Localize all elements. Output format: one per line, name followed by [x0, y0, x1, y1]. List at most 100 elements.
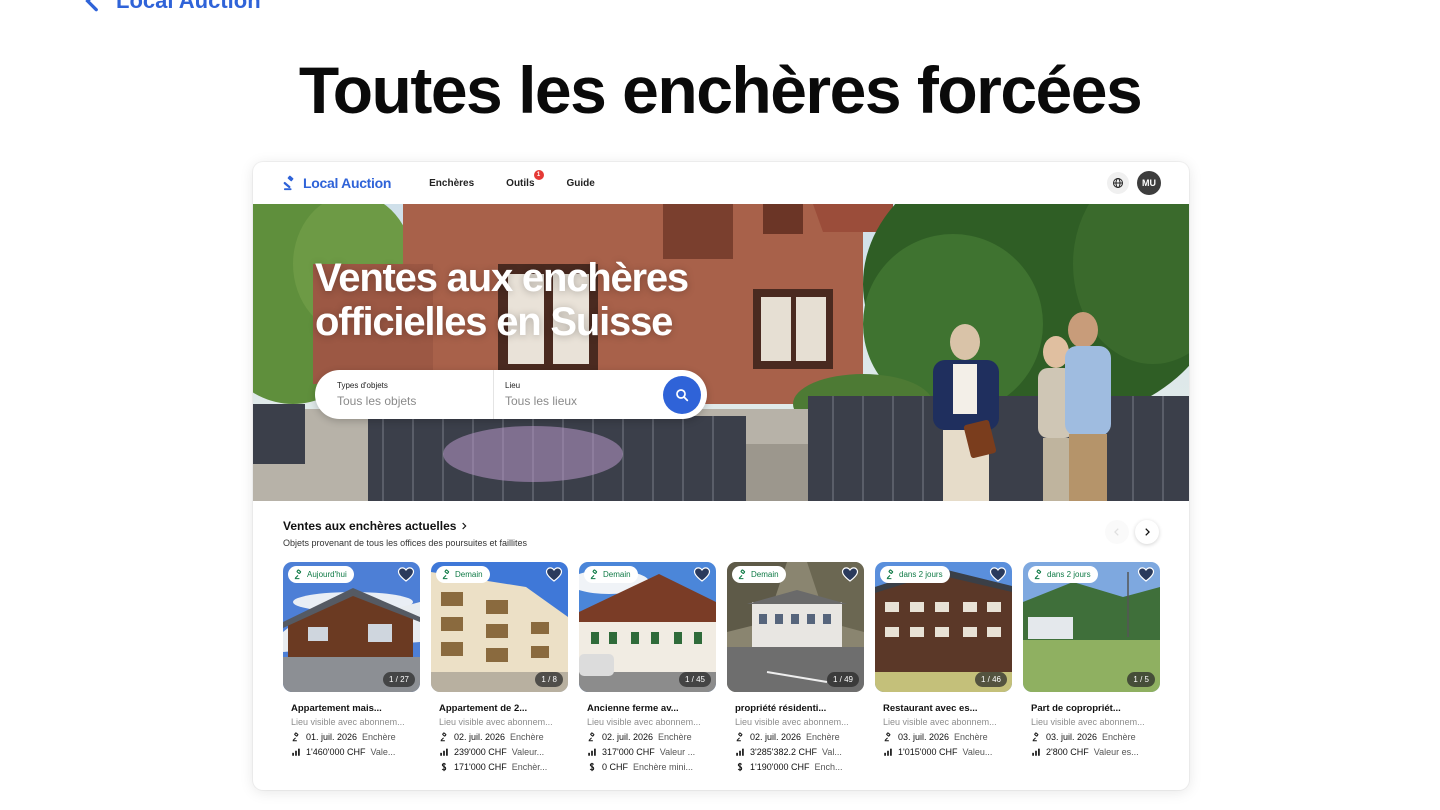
favorite-heart-icon[interactable]: [1137, 566, 1155, 584]
favorite-heart-icon[interactable]: [693, 566, 711, 584]
chart-bars-icon: [292, 748, 300, 756]
hero-photo: [253, 204, 1189, 501]
menu-item-outils[interactable]: Outils 1: [506, 169, 544, 189]
listing-card[interactable]: Demain 1 / 8 Appartement de 2... Lieu vi…: [431, 562, 568, 772]
current-auctions-section: Ventes aux enchères actuelles Objets pro…: [283, 519, 527, 548]
auction-date-tag-label: Demain: [455, 570, 483, 579]
listing-card[interactable]: dans 2 jours 1 / 46 Restaurant avec es..…: [875, 562, 1012, 772]
auction-date-tag: Demain: [732, 566, 786, 583]
gavel-icon: [294, 569, 302, 580]
auction-date-tag: dans 2 jours: [880, 566, 950, 583]
top-nav: Local Auction Enchères Outils 1 Guide MU: [253, 162, 1189, 204]
chevron-left-icon: [85, 0, 98, 12]
gavel-icon: [283, 175, 294, 191]
menu-item-guide[interactable]: Guide: [567, 178, 595, 189]
listing-date-type: Enchère: [806, 732, 840, 742]
listing-photo: Aujourd'hui 1 / 27: [283, 562, 420, 692]
listing-value-type: Vale...: [370, 747, 396, 757]
listing-photo: Demain 1 / 49: [727, 562, 864, 692]
listing-value: 1'460'000 CHF: [306, 747, 366, 757]
listing-value-row: 317'000 CHF Valeur ...: [587, 747, 716, 757]
menu-item-encheres[interactable]: Enchères: [429, 178, 474, 189]
favorite-heart-icon[interactable]: [841, 566, 859, 584]
photo-counter: 1 / 27: [382, 672, 415, 687]
auction-date-tag-label: dans 2 jours: [899, 570, 943, 579]
carousel-controls: [1105, 520, 1159, 544]
search-button[interactable]: [663, 375, 701, 414]
listing-value-row: 239'000 CHF Valeur...: [439, 747, 568, 757]
listing-date-type: Enchère: [658, 732, 692, 742]
listing-date-row: 03. juil. 2026 Enchère: [1031, 732, 1160, 742]
chart-bars-icon: [440, 748, 448, 756]
main-menu: Enchères Outils 1 Guide: [429, 169, 595, 189]
gavel-icon: [442, 569, 450, 580]
object-type-field[interactable]: Types d'objets Tous les objets: [315, 370, 493, 419]
listing-title: Appartement mais...: [291, 703, 382, 714]
listing-location: Lieu visible avec abonnem...: [1031, 717, 1145, 727]
section-subtitle: Objets provenant de tous les offices des…: [283, 538, 527, 548]
listing-title: Ancienne ferme av...: [587, 703, 679, 714]
brand-name: Local Auction: [303, 175, 392, 191]
chart-bars-icon: [736, 748, 744, 756]
favorite-heart-icon[interactable]: [989, 566, 1007, 584]
listing-value-type: Val...: [821, 747, 842, 757]
listing-value-row: 3'285'382.2 CHF Val...: [735, 747, 864, 757]
listing-value: 3'285'382.2 CHF: [750, 747, 817, 757]
listing-title: Restaurant avec es...: [883, 703, 978, 714]
photo-counter: 1 / 49: [826, 672, 859, 687]
brand-logo[interactable]: Local Auction: [281, 174, 391, 192]
auction-date-tag: Aujourd'hui: [288, 566, 354, 583]
listing-value-type: Valeur es...: [1093, 747, 1139, 757]
gavel-icon: [588, 732, 595, 742]
listing-date-type: Enchère: [1102, 732, 1136, 742]
section-title-link[interactable]: Ventes aux enchères actuelles: [283, 519, 527, 533]
listing-date-row: 03. juil. 2026 Enchère: [883, 732, 1012, 742]
listing-date-row: 01. juil. 2026 Enchère: [291, 732, 420, 742]
search-icon: [676, 388, 689, 401]
listing-value: 2'800 CHF: [1046, 747, 1089, 757]
listing-min-bid: 0 CHF: [602, 762, 629, 772]
favorite-heart-icon[interactable]: [397, 566, 415, 584]
listing-value: 239'000 CHF: [454, 747, 507, 757]
listing-min-bid: 171'000 CHF: [454, 762, 507, 772]
listing-date: 02. juil. 2026: [602, 732, 654, 742]
photo-counter: 1 / 46: [974, 672, 1007, 687]
dollar-icon: [737, 762, 743, 772]
language-button[interactable]: [1107, 172, 1129, 194]
favorite-heart-icon[interactable]: [545, 566, 563, 584]
gavel-icon: [884, 732, 891, 742]
chart-bars-icon: [884, 748, 892, 756]
auction-date-tag: Demain: [436, 566, 490, 583]
carousel-next-button[interactable]: [1135, 520, 1159, 544]
photo-counter: 1 / 5: [1127, 672, 1155, 687]
listing-card[interactable]: Demain 1 / 45 Ancienne ferme av... Lieu …: [579, 562, 716, 772]
chevron-right-icon: [1145, 528, 1150, 536]
listing-photo: Demain 1 / 45: [579, 562, 716, 692]
object-type-label: Types d'objets: [337, 381, 388, 390]
chart-bars-icon: [1032, 748, 1040, 756]
listing-date-type: Enchère: [954, 732, 988, 742]
listing-value-type: Valeur...: [511, 747, 545, 757]
location-field[interactable]: Lieu Tous les lieux: [493, 370, 661, 419]
chart-bars-icon: [588, 748, 596, 756]
listing-min-bid-type: Enchèr...: [511, 762, 548, 772]
listing-date-type: Enchère: [510, 732, 544, 742]
listing-location: Lieu visible avec abonnem...: [439, 717, 553, 727]
back-link-label: Local Auction: [116, 0, 261, 13]
listing-card[interactable]: Demain 1 / 49 propriété résidenti... Lie…: [727, 562, 864, 772]
listing-date: 03. juil. 2026: [1046, 732, 1098, 742]
carousel-prev-button[interactable]: [1105, 520, 1129, 544]
chevron-left-icon: [1114, 528, 1119, 536]
listing-value: 1'015'000 CHF: [898, 747, 958, 757]
gavel-icon: [1034, 569, 1042, 580]
listing-date-row: 02. juil. 2026 Enchère: [587, 732, 716, 742]
gavel-icon: [738, 569, 746, 580]
listing-card[interactable]: Aujourd'hui 1 / 27 Appartement mais... L…: [283, 562, 420, 772]
back-link[interactable]: Local Auction: [80, 0, 261, 14]
listing-card[interactable]: dans 2 jours 1 / 5 Part de copropriét...…: [1023, 562, 1160, 772]
listing-date-row: 02. juil. 2026 Enchère: [439, 732, 568, 742]
user-avatar[interactable]: MU: [1137, 171, 1161, 195]
section-title: Ventes aux enchères actuelles: [283, 519, 457, 533]
listing-date: 02. juil. 2026: [454, 732, 506, 742]
listing-photo: dans 2 jours 1 / 5: [1023, 562, 1160, 692]
